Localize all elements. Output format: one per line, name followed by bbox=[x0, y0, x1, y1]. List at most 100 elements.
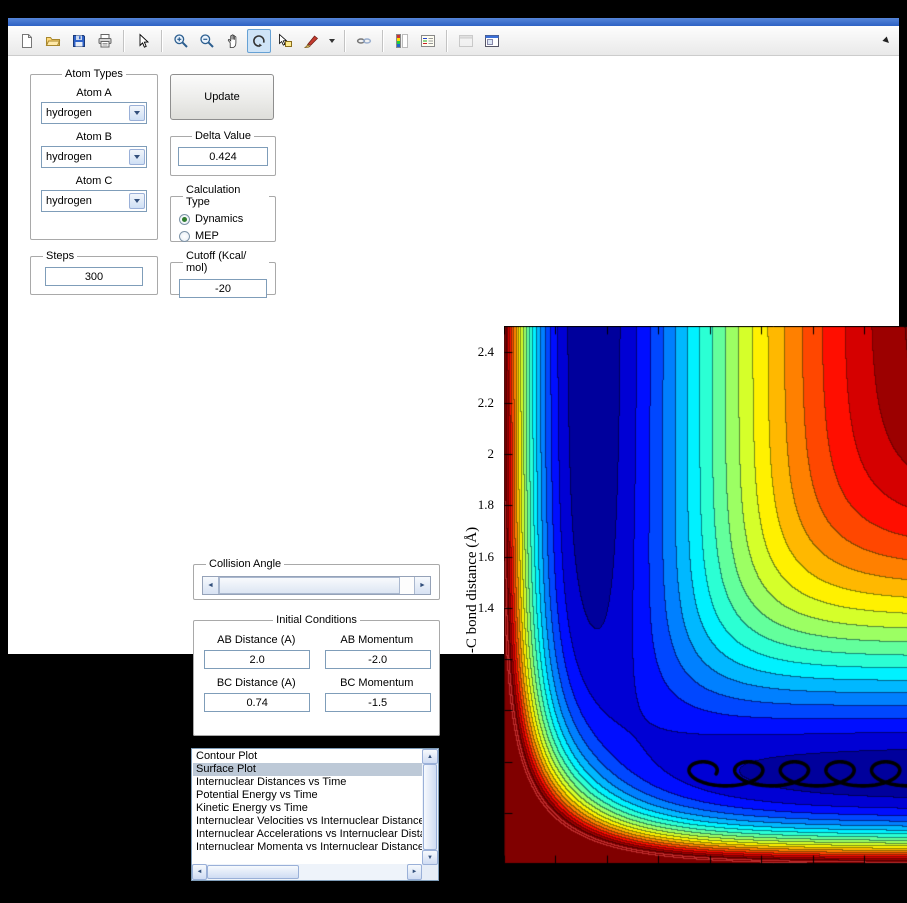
link-plot-button[interactable] bbox=[352, 29, 376, 53]
save-button[interactable] bbox=[67, 29, 91, 53]
atom-c-select[interactable]: hydrogen bbox=[41, 190, 147, 212]
radio-circle-icon bbox=[179, 214, 190, 225]
list-item[interactable]: Kinetic Energy vs Time bbox=[193, 802, 422, 815]
scroll-left-arrow-icon[interactable]: ◄ bbox=[192, 864, 207, 880]
scroll-right-arrow-icon[interactable]: ► bbox=[407, 864, 422, 880]
open-file-button[interactable] bbox=[41, 29, 65, 53]
scroll-up-arrow-icon[interactable]: ▲ bbox=[422, 749, 438, 764]
horizontal-scroll-track[interactable] bbox=[207, 864, 407, 880]
insert-colorbar-button[interactable] bbox=[390, 29, 414, 53]
insert-legend-button[interactable] bbox=[416, 29, 440, 53]
chevron-down-icon bbox=[329, 39, 335, 43]
vertical-scroll-track[interactable] bbox=[422, 764, 438, 850]
toolbar-separator bbox=[161, 30, 163, 52]
figure-window: ▶ Atom Types Atom A hydrogen Atom B hydr… bbox=[8, 18, 899, 654]
atom-a-select[interactable]: hydrogen bbox=[41, 102, 147, 124]
listbox-horizontal-scrollbar[interactable]: ◄ ► bbox=[192, 864, 422, 880]
cutoff-panel: Cutoff (Kcal/ mol) Collision Angle ◄ ► I… bbox=[170, 250, 276, 295]
update-button[interactable]: Update bbox=[170, 74, 274, 120]
atom-c-label: Atom C bbox=[37, 175, 151, 187]
plot-type-items: Contour PlotSurface PlotInternuclear Dis… bbox=[193, 750, 422, 864]
collision-angle-slider[interactable]: ◄ ► bbox=[202, 576, 431, 595]
y-tick-label: 2 bbox=[488, 446, 495, 462]
radio-dynamics[interactable]: Dynamics bbox=[179, 213, 267, 225]
list-item[interactable]: Internuclear Momenta vs Internuclear Dis… bbox=[193, 841, 422, 854]
toolbar-separator bbox=[344, 30, 346, 52]
x-axis-label: A-B bond distance (Å) bbox=[504, 886, 907, 903]
list-item[interactable]: Internuclear Accelerations vs Internucle… bbox=[193, 828, 422, 841]
new-document-icon bbox=[19, 33, 35, 49]
radio-mep[interactable]: MEP bbox=[179, 230, 267, 242]
toolbar-overflow-icon[interactable]: ▶ bbox=[882, 35, 893, 46]
plot-type-listbox[interactable]: Contour PlotSurface PlotInternuclear Dis… bbox=[191, 748, 439, 881]
collision-angle-legend: Collision Angle bbox=[206, 558, 284, 570]
zoom-in-button[interactable] bbox=[169, 29, 193, 53]
steps-legend: Steps bbox=[43, 250, 77, 262]
x-tick-label: 1.8 bbox=[856, 867, 872, 883]
scroll-down-arrow-icon[interactable]: ▼ bbox=[422, 850, 438, 865]
brush-button[interactable] bbox=[299, 29, 323, 53]
data-cursor-button[interactable] bbox=[273, 29, 297, 53]
list-item[interactable]: Contour Plot bbox=[193, 750, 422, 763]
slider-left-arrow-icon[interactable]: ◄ bbox=[203, 577, 219, 594]
scrollbar-corner bbox=[422, 865, 438, 880]
steps-field[interactable] bbox=[45, 267, 143, 286]
zoom-in-icon bbox=[173, 33, 189, 49]
delta-value-field[interactable] bbox=[178, 147, 268, 166]
rotate-3d-icon bbox=[251, 33, 267, 49]
atom-c-dropdown-arrow-icon[interactable] bbox=[129, 193, 145, 209]
edit-plot-button[interactable] bbox=[131, 29, 155, 53]
legend-icon bbox=[420, 33, 436, 49]
atom-a-label: Atom A bbox=[37, 87, 151, 99]
steps-panel: Steps bbox=[30, 250, 158, 295]
pan-button[interactable] bbox=[221, 29, 245, 53]
potential-energy-surface[interactable] bbox=[504, 326, 907, 864]
x-axis-tick-labels: 0.40.60.811.21.41.61.822.22.4 bbox=[504, 867, 907, 883]
slider-track[interactable] bbox=[219, 577, 414, 594]
list-item[interactable]: Internuclear Velocities vs Internuclear … bbox=[193, 815, 422, 828]
bc-momentum-field[interactable] bbox=[325, 693, 431, 712]
atom-b-select[interactable]: hydrogen bbox=[41, 146, 147, 168]
atom-b-value: hydrogen bbox=[42, 151, 128, 163]
cutoff-field[interactable] bbox=[179, 279, 267, 298]
radio-circle-icon bbox=[179, 231, 190, 242]
slider-right-arrow-icon[interactable]: ► bbox=[414, 577, 430, 594]
data-cursor-icon bbox=[277, 33, 293, 49]
printer-icon bbox=[97, 33, 113, 49]
delta-value-legend: Delta Value bbox=[192, 130, 254, 142]
listbox-vertical-scrollbar[interactable]: ▲ ▼ bbox=[422, 749, 438, 865]
zoom-out-button[interactable] bbox=[195, 29, 219, 53]
vertical-scroll-thumb[interactable] bbox=[423, 764, 437, 850]
toolbar-separator bbox=[382, 30, 384, 52]
calculation-type-panel: Calculation Type Dynamics MEP bbox=[170, 184, 276, 242]
bc-momentum-label: BC Momentum bbox=[325, 677, 430, 689]
rotate-3d-button[interactable] bbox=[247, 29, 271, 53]
new-figure-button[interactable] bbox=[15, 29, 39, 53]
atom-a-dropdown-arrow-icon[interactable] bbox=[129, 105, 145, 121]
hide-plot-tools-button[interactable] bbox=[454, 29, 478, 53]
figure-toolbar: ▶ bbox=[8, 26, 899, 56]
ab-momentum-field[interactable] bbox=[325, 650, 431, 669]
initial-conditions-legend: Initial Conditions bbox=[273, 614, 360, 626]
list-item[interactable]: Internuclear Distances vs Time bbox=[193, 776, 422, 789]
brush-dropdown-button[interactable] bbox=[324, 28, 339, 54]
y-tick-label: 0.8 bbox=[478, 754, 494, 770]
toolbar-separator bbox=[123, 30, 125, 52]
hide-plot-tools-icon bbox=[458, 33, 474, 49]
y-tick-label: 1 bbox=[488, 702, 495, 718]
slider-thumb[interactable] bbox=[219, 577, 400, 594]
x-tick-label: 1 bbox=[655, 867, 662, 883]
list-item[interactable]: Surface Plot bbox=[193, 763, 422, 776]
save-icon bbox=[71, 33, 87, 49]
radio-dynamics-label: Dynamics bbox=[195, 213, 243, 225]
ab-distance-field[interactable] bbox=[204, 650, 310, 669]
bc-distance-field[interactable] bbox=[204, 693, 310, 712]
list-item[interactable]: Potential Energy vs Time bbox=[193, 789, 422, 802]
atom-types-panel: Atom Types Atom A hydrogen Atom B hydrog… bbox=[30, 68, 158, 240]
screen: { "colors": { "titlebar_blue": "#2e62c4"… bbox=[0, 0, 907, 662]
print-button[interactable] bbox=[93, 29, 117, 53]
show-plot-tools-button[interactable] bbox=[480, 29, 504, 53]
atom-b-dropdown-arrow-icon[interactable] bbox=[129, 149, 145, 165]
delta-value-panel: Delta Value bbox=[170, 130, 276, 176]
horizontal-scroll-thumb[interactable] bbox=[207, 865, 299, 879]
